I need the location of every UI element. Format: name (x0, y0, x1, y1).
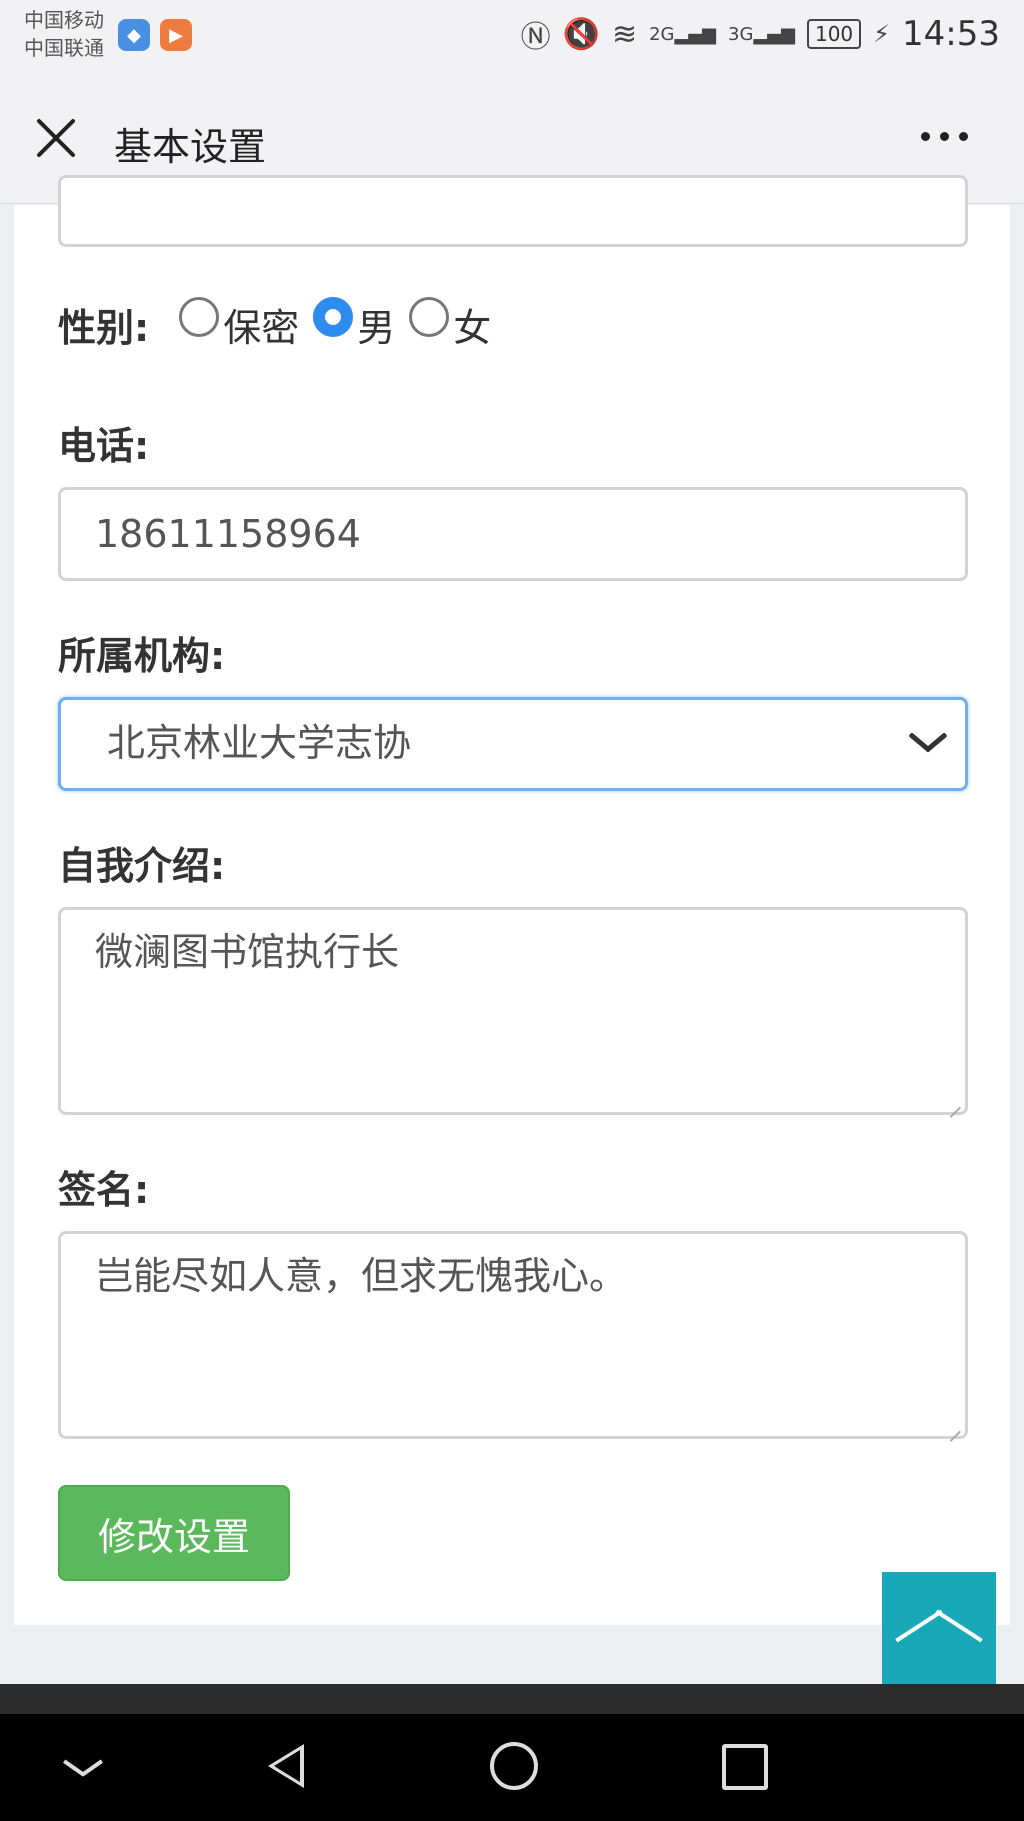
phone-input[interactable]: 18611158964 (58, 487, 968, 581)
radio-label-male: 男 (357, 306, 396, 350)
battery-indicator: 100 (806, 19, 862, 49)
signature-label: 签名: (58, 1168, 150, 1212)
radio-secret[interactable] (179, 296, 220, 337)
dot (940, 132, 949, 141)
status-bar: 中国移动 中国联通 ◆ ▶ Ⓝ 🔇 ≋ 2G▂▄▆ 3G▂▄▆ 100 ⚡ 14… (0, 0, 1024, 72)
radio-female[interactable] (409, 296, 450, 337)
back-icon[interactable] (256, 1738, 316, 1798)
android-nav-bar (0, 1714, 1024, 1821)
phone-label: 电话: (58, 424, 150, 468)
carrier-2: 中国联通 (24, 36, 104, 60)
intro-textarea[interactable]: 微澜图书馆执行长 (58, 907, 968, 1115)
hide-nav-icon[interactable] (56, 1738, 116, 1798)
gender-field: 性别: 保密 男 女 (58, 296, 505, 352)
resize-grip-icon[interactable] (947, 1094, 961, 1108)
radio-male[interactable] (313, 296, 354, 337)
name-input-partial[interactable] (58, 175, 968, 247)
org-select[interactable]: 北京林业大学志协 (58, 697, 968, 791)
page-title: 基本设置 (114, 125, 267, 169)
notification-badges: ◆ ▶ (118, 19, 192, 51)
screen: 中国移动 中国联通 ◆ ▶ Ⓝ 🔇 ≋ 2G▂▄▆ 3G▂▄▆ 100 ⚡ 14… (0, 0, 1024, 1821)
signal-3g-icon: 3G▂▄▆ (728, 23, 795, 45)
video-app-icon: ▶ (160, 19, 192, 51)
home-icon[interactable] (486, 1738, 546, 1798)
resize-grip-icon[interactable] (947, 1418, 961, 1432)
clock: 14:53 (902, 14, 1000, 54)
page-footer (0, 1684, 1024, 1714)
org-label: 所属机构: (58, 634, 226, 678)
dot (921, 132, 930, 141)
close-icon[interactable] (30, 112, 82, 164)
mute-icon: 🔇 (562, 16, 600, 52)
system-status: Ⓝ 🔇 ≋ 2G▂▄▆ 3G▂▄▆ 100 ⚡ 14:53 (521, 12, 1000, 56)
carrier-1: 中国移动 (24, 8, 104, 32)
save-settings-button[interactable]: 修改设置 (58, 1485, 290, 1581)
more-options-icon[interactable] (921, 132, 968, 141)
settings-form: 性别: 保密 男 女 电话: 18611158964 所属机构: 北京林业大学志… (14, 175, 1010, 1625)
wifi-icon: ≋ (611, 16, 638, 52)
scroll-to-top-button[interactable] (882, 1572, 996, 1686)
signature-textarea[interactable]: 岂能尽如人意，但求无愧我心。 (58, 1231, 968, 1439)
recent-apps-icon[interactable] (716, 1738, 776, 1798)
org-selected-value: 北京林业大学志协 (107, 721, 412, 765)
shield-app-icon: ◆ (118, 19, 150, 51)
nfc-icon: Ⓝ (520, 20, 551, 55)
radio-label-secret: 保密 (223, 306, 300, 350)
intro-label: 自我介绍: (58, 844, 226, 888)
radio-label-female: 女 (453, 306, 492, 350)
signature-text: 岂能尽如人意，但求无愧我心。 (95, 1254, 628, 1298)
intro-text: 微澜图书馆执行长 (95, 930, 400, 974)
charging-icon: ⚡ (873, 20, 891, 48)
dot (959, 132, 968, 141)
carrier-info: 中国移动 中国联通 (24, 6, 104, 62)
gender-label: 性别: (58, 306, 150, 350)
chevron-down-icon (909, 730, 947, 754)
signal-2g-icon: 2G▂▄▆ (649, 23, 717, 45)
